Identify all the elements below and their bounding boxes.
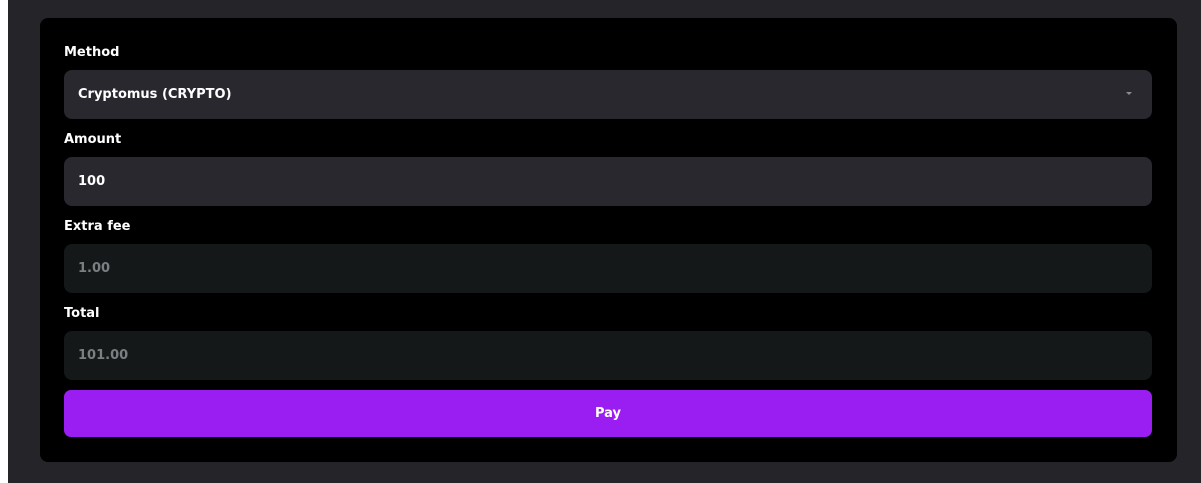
extra-fee-value: 1.00 bbox=[78, 261, 111, 276]
chevron-down-icon bbox=[1126, 92, 1132, 95]
amount-input[interactable]: 100 bbox=[64, 157, 1152, 206]
amount-value: 100 bbox=[78, 174, 106, 189]
extra-fee-label: Extra fee bbox=[64, 219, 131, 234]
pay-button[interactable]: Pay bbox=[64, 390, 1152, 437]
page-background: Method Cryptomus (CRYPTO) Amount 100 Ext… bbox=[8, 0, 1201, 483]
total-field: 101.00 bbox=[64, 331, 1152, 380]
method-label: Method bbox=[64, 45, 120, 60]
amount-label: Amount bbox=[64, 132, 122, 147]
total-value: 101.00 bbox=[78, 348, 129, 363]
method-selected-value: Cryptomus (CRYPTO) bbox=[78, 87, 232, 102]
payment-form-card: Method Cryptomus (CRYPTO) Amount 100 Ext… bbox=[40, 18, 1177, 462]
method-select[interactable]: Cryptomus (CRYPTO) bbox=[64, 70, 1152, 119]
total-label: Total bbox=[64, 306, 100, 321]
extra-fee-field: 1.00 bbox=[64, 244, 1152, 293]
